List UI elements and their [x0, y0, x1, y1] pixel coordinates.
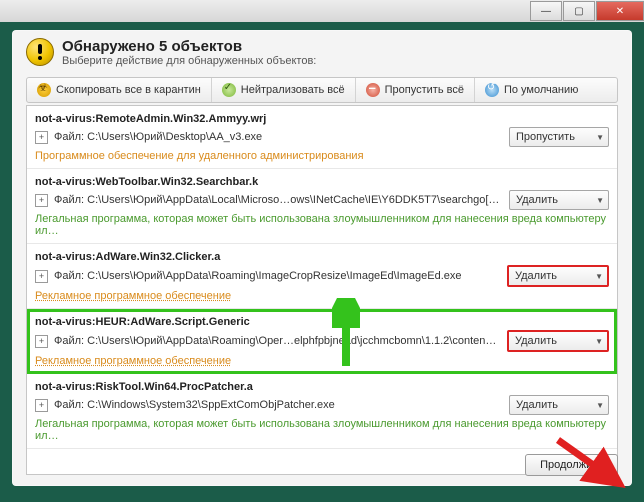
toolbar: Скопировать все в карантин Нейтрализоват… — [26, 77, 618, 103]
threat-classification: Программное обеспечение для удаленного а… — [35, 150, 609, 162]
expand-button[interactable]: + — [35, 335, 48, 348]
chevron-down-icon: ▼ — [596, 196, 604, 205]
biohazard-icon — [37, 83, 51, 97]
header: Обнаружено 5 объектов Выберите действие … — [12, 30, 632, 71]
threat-row: not-a-virus:RiskTool.Win64.ProcPatcher.a… — [27, 374, 617, 449]
action-value: Удалить — [516, 399, 558, 411]
chevron-down-icon: ▼ — [596, 401, 604, 410]
threat-path: Файл: C:\Users\Юрий\AppData\Roaming\Imag… — [54, 270, 499, 282]
quarantine-all-button[interactable]: Скопировать все в карантин — [27, 78, 212, 102]
neutralize-icon — [222, 83, 236, 97]
threat-file-line: + Файл: C:\Users\Юрий\AppData\Roaming\Ope… — [35, 330, 609, 352]
continue-button[interactable]: Продолжить — [525, 454, 618, 476]
quarantine-label: Скопировать все в карантин — [56, 84, 201, 96]
action-value: Пропустить — [516, 131, 575, 143]
default-button[interactable]: По умолчанию — [475, 78, 588, 102]
warning-icon — [26, 38, 54, 66]
threat-classification: Легальная программа, которая может быть … — [35, 213, 609, 237]
threat-path: Файл: C:\Users\Юрий\AppData\Local\Micros… — [54, 194, 501, 206]
expand-button[interactable]: + — [35, 194, 48, 207]
neutralize-label: Нейтрализовать всё — [241, 84, 345, 96]
dialog-title: Обнаружено 5 объектов — [62, 38, 316, 55]
threat-classification: Рекламное программное обеспечение — [35, 290, 609, 302]
action-dropdown[interactable]: Пропустить ▼ — [509, 127, 609, 147]
minimize-button[interactable]: — — [530, 1, 562, 21]
action-dropdown[interactable]: Удалить ▼ — [509, 190, 609, 210]
action-dropdown[interactable]: Удалить ▼ — [509, 395, 609, 415]
threat-path: Файл: C:\Users\Юрий\AppData\Roaming\Oper… — [54, 335, 499, 347]
action-value: Удалить — [516, 194, 558, 206]
threat-classification: Рекламное программное обеспечение — [35, 355, 609, 367]
default-icon — [485, 83, 499, 97]
threat-file-line: + Файл: C:\Users\Юрий\AppData\Roaming\Ima… — [35, 265, 609, 287]
titlebar: — ▢ ✕ — [0, 0, 644, 22]
content-frame: Обнаружено 5 объектов Выберите действие … — [12, 30, 632, 486]
action-value: Удалить — [515, 335, 557, 347]
threat-path: Файл: C:\Users\Юрий\Desktop\AA_v3.exe — [54, 131, 501, 143]
threat-name: not-a-virus:AdWare.Win32.Clicker.a — [35, 251, 609, 263]
threat-name: not-a-virus:WebToolbar.Win32.Searchbar.k — [35, 176, 609, 188]
skip-all-button[interactable]: Пропустить всё — [356, 78, 475, 102]
threat-row: not-a-virus:HEUR:AdWare.Script.Generic + Ф… — [27, 309, 617, 374]
action-value: Удалить — [515, 270, 557, 282]
threat-name: not-a-virus:RiskTool.Win64.ProcPatcher.a — [35, 381, 609, 393]
threat-name: not-a-virus:RemoteAdmin.Win32.Ammyy.wrj — [35, 113, 609, 125]
av-detection-dialog: — ▢ ✕ Обнаружено 5 объектов Выберите дей… — [0, 0, 644, 502]
threat-row: not-a-virus:AdWare.Win32.Clicker.a + Файл:… — [27, 244, 617, 309]
skip-icon — [366, 83, 380, 97]
threat-file-line: + Файл: C:\Windows\System32\SppExtComObjP… — [35, 395, 609, 415]
threats-list: not-a-virus:RemoteAdmin.Win32.Ammyy.wrj +… — [26, 105, 618, 475]
chevron-down-icon: ▼ — [596, 133, 604, 142]
expand-button[interactable]: + — [35, 131, 48, 144]
default-label: По умолчанию — [504, 84, 578, 96]
threat-row: not-a-virus:WebToolbar.Win32.Searchbar.k… — [27, 169, 617, 244]
threat-name: not-a-virus:HEUR:AdWare.Script.Generic — [35, 316, 609, 328]
chevron-down-icon: ▼ — [595, 272, 603, 281]
close-button[interactable]: ✕ — [596, 1, 644, 21]
threat-classification: Легальная программа, которая может быть … — [35, 418, 609, 442]
action-dropdown[interactable]: Удалить ▼ — [507, 330, 609, 352]
chevron-down-icon: ▼ — [595, 337, 603, 346]
expand-button[interactable]: + — [35, 270, 48, 283]
threat-path: Файл: C:\Windows\System32\SppExtComObjPa… — [54, 399, 501, 411]
expand-button[interactable]: + — [35, 399, 48, 412]
maximize-button[interactable]: ▢ — [563, 1, 595, 21]
action-dropdown[interactable]: Удалить ▼ — [507, 265, 609, 287]
threat-row: not-a-virus:RemoteAdmin.Win32.Ammyy.wrj +… — [27, 106, 617, 169]
threat-file-line: + Файл: C:\Users\Юрий\AppData\Local\Micro… — [35, 190, 609, 210]
threat-file-line: + Файл: C:\Users\Юрий\Desktop\AA_v3.exe Пр… — [35, 127, 609, 147]
neutralize-all-button[interactable]: Нейтрализовать всё — [212, 78, 356, 102]
skip-label: Пропустить всё — [385, 84, 464, 96]
dialog-subtitle: Выберите действие для обнаруженных объек… — [62, 55, 316, 67]
